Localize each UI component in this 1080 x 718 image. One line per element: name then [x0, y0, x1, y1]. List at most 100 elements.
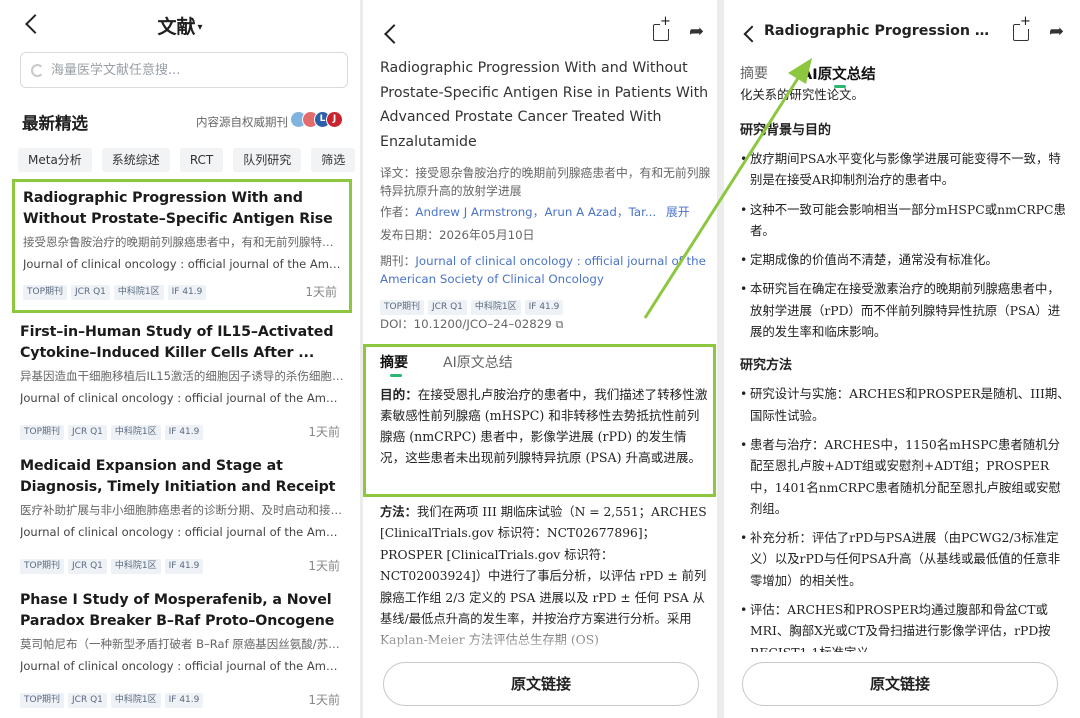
article-journal: 期刊：Journal of clinical oncology : offici… [380, 252, 717, 288]
article-authors: 作者：Andrew J Armstrong，Arun A Azad，Tar...… [380, 203, 717, 221]
summary-section: 研究方法 研究设计与实施：ARCHES和PROSPER是随机、III期、国际性试… [740, 354, 1070, 652]
search-input[interactable] [51, 53, 341, 87]
original-link-button[interactable]: 原文链接 [383, 662, 699, 706]
article-card[interactable]: Radiographic Progression With and Withou… [12, 179, 352, 313]
summary-bullet: 评估：ARCHES和PROSPER均通过腹部和骨盆CT或MRI、胸部X光或CT及… [740, 599, 1070, 652]
journal-logo-icon: J [326, 111, 343, 128]
article-doi: DOI：10.1200/JCO–24–02829 ⧉ [380, 315, 717, 334]
article-title: Radiographic Progression With and Withou… [23, 190, 333, 227]
article-card[interactable]: Phase I Study of Mosperafenib, a Novel P… [12, 584, 352, 718]
article-tags: TOP期刊 JCR Q1 中科院1区 IF 41.9 [20, 553, 207, 574]
tag-cas-zone: 中科院1区 [113, 285, 164, 300]
summary-section: 研究背景与目的 放疗期间PSA水平变化与影像学进展可能变得不一致，特别是在接受A… [740, 119, 1070, 342]
article-journal: Journal of clinical oncology : official … [23, 257, 341, 271]
article-time: 1天前 [308, 425, 340, 439]
article-journal: Journal of clinical oncology : official … [20, 659, 344, 673]
divider [717, 0, 724, 718]
filter-chips: Meta分析 系统综述 RCT 队列研究 筛选 [18, 148, 360, 174]
list-body: 最新精选 内容源自权威期刊 L J Meta分析 系统综述 RCT 队列研究 筛选 Ra… [0, 100, 360, 718]
chevron-down-icon: ▾ [197, 22, 203, 33]
share-icon[interactable]: ➦ [1049, 21, 1064, 42]
loading-icon [31, 64, 44, 77]
authors-value[interactable]: Andrew J Armstrong，Arun A Azad，Tar... [415, 205, 656, 219]
article-title: Medicaid Expansion and Stage at Diagnosi… [20, 458, 336, 495]
summary-bullet: 研究设计与实施：ARCHES和PROSPER是随机、III期、国际性试验。 [740, 383, 1070, 426]
journal-value[interactable]: Journal of clinical oncology : official … [380, 254, 706, 286]
article-time: 1天前 [305, 285, 337, 299]
tag-cas-zone: 中科院1区 [470, 300, 521, 315]
chip-rct[interactable]: RCT [179, 148, 224, 172]
summary-bullet: 这种不一致可能会影响相当一部分mHSPC或nmCRPC患者。 [740, 199, 1070, 242]
article-translation: 医疗补助扩展与非小细胞肺癌患者的诊断分期、及时启动和接受治疗 [20, 503, 344, 517]
section-source: 内容源自权威期刊 [196, 115, 288, 129]
summary-intro: 化关系的研究性论文。 [740, 87, 864, 102]
tag-top-journal: TOP期刊 [23, 285, 68, 300]
tab-abstract[interactable]: 摘要 [740, 63, 768, 83]
expand-authors-link[interactable]: 展开 [666, 205, 690, 219]
chip-systematic-review[interactable]: 系统综述 [101, 148, 170, 172]
detail-tabs: 摘要 AI原文总结 [380, 352, 700, 386]
article-tags: TOP期刊 JCR Q1 中科院1区 IF 41.9 [20, 687, 207, 708]
abstract-purpose: 目的：在接受恩扎卢胺治疗的患者中，我们描述了转移性激素敏感性前列腺癌 (mHSP… [380, 384, 710, 468]
ai-summary-screen: Radiographic Progression With... ➦ 摘要 AI… [724, 0, 1080, 718]
article-time: 1天前 [308, 559, 340, 573]
authors-label: 作者： [380, 205, 416, 219]
tag-impact-factor: IF 41.9 [164, 559, 204, 574]
section-title: 最新精选 [22, 114, 88, 133]
search-box[interactable] [20, 52, 348, 88]
tab-ai-summary[interactable]: AI原文总结 [801, 63, 876, 84]
article-card[interactable]: Medicaid Expansion and Stage at Diagnosi… [12, 450, 352, 584]
article-tags: TOP期刊 JCR Q1 中科院1区 IF 41.9 [20, 419, 207, 440]
tag-cas-zone: 中科院1区 [110, 559, 161, 574]
article-detail-screen: ➦ Radiographic Progression With and With… [363, 0, 717, 718]
tab-indicator [390, 374, 402, 377]
chip-filter[interactable]: 筛选 [311, 148, 356, 172]
doi-value: DOI：10.1200/JCO–24–02829 [380, 317, 552, 331]
bookmark-add-icon[interactable] [653, 15, 671, 41]
tag-cas-zone: 中科院1区 [110, 425, 161, 440]
summary-bullet: 定期成像的价值尚不清楚，通常没有标准化。 [740, 249, 1070, 271]
article-card[interactable]: First–in–Human Study of IL15–Activated C… [12, 316, 352, 450]
ai-summary-content: 化关系的研究性论文。 研究背景与目的 放疗期间PSA水平变化与影像学进展可能变得… [740, 84, 1070, 652]
tab-ai-summary[interactable]: AI原文总结 [443, 352, 513, 372]
journal-logos: L J [290, 111, 348, 129]
bookmark-add-icon[interactable] [1013, 15, 1031, 41]
purpose-text: 在接受恩扎卢胺治疗的患者中，我们描述了转移性激素敏感性前列腺癌 (mHSPC) … [380, 387, 708, 465]
article-title: First–in–Human Study of IL15–Activated C… [20, 324, 334, 361]
copy-icon[interactable]: ⧉ [556, 318, 564, 331]
section-heading: 研究方法 [740, 358, 793, 374]
article-tags: TOP期刊 JCR Q1 中科院1区 IF 41.9 [380, 294, 567, 315]
tag-top-journal: TOP期刊 [20, 425, 65, 440]
list-header: 文献 ▾ [0, 0, 360, 100]
article-title: Phase I Study of Mosperafenib, a Novel P… [20, 592, 335, 629]
summary-bullet: 本研究旨在确定在接受激素治疗的晚期前列腺癌患者中，放射学进展（rPD）而不伴前列… [740, 278, 1070, 342]
journal-label: 期刊： [380, 254, 416, 268]
chip-cohort-study[interactable]: 队列研究 [233, 148, 302, 172]
section-heading: 研究背景与目的 [740, 123, 832, 138]
article-time: 1天前 [308, 693, 340, 707]
tag-cas-zone: 中科院1区 [110, 693, 161, 708]
purpose-label: 目的： [380, 387, 418, 402]
header-title: Radiographic Progression With... [764, 23, 996, 39]
article-journal: Journal of clinical oncology : official … [20, 525, 344, 539]
page-title[interactable]: 文献 ▾ [0, 12, 360, 39]
summary-bullet: 放疗期间PSA水平变化与影像学进展可能变得不一致，特别是在接受AR抑制剂治疗的患… [740, 148, 1070, 191]
share-icon[interactable]: ➦ [689, 21, 704, 42]
tag-jcr: JCR Q1 [68, 425, 107, 440]
original-link-button[interactable]: 原文链接 [742, 662, 1058, 706]
tag-impact-factor: IF 41.9 [164, 693, 204, 708]
article-translation: 译文：接受恩杂鲁胺治疗的晚期前列腺癌患者中，有和无前列腺特异抗原升高的放射学进展 [380, 166, 711, 198]
chip-meta-analysis[interactable]: Meta分析 [18, 148, 92, 172]
tab-abstract[interactable]: 摘要 [380, 352, 408, 372]
publish-date: 发布日期：2026年05月10日 [380, 228, 535, 242]
literature-list-screen: 文献▾ 最新精选 内容源自权威期刊 L J Meta分析系统综述 RCT 队列研究筛… [0, 0, 360, 718]
back-arrow-icon[interactable] [384, 24, 404, 44]
methods-label: 方法： [380, 505, 417, 519]
article-translation: 接受恩杂鲁胺治疗的晚期前列腺癌患者中，有和无前列腺特异性抗原升高的放射学进展 [23, 235, 341, 249]
tag-jcr: JCR Q1 [71, 285, 110, 300]
tag-top-journal: TOP期刊 [20, 559, 65, 574]
tag-top-journal: TOP期刊 [380, 300, 425, 315]
back-arrow-icon[interactable] [743, 25, 761, 43]
tag-jcr: JCR Q1 [428, 300, 467, 315]
article-tags: TOP期刊 JCR Q1 中科院1区 IF 41.9 [23, 279, 210, 300]
